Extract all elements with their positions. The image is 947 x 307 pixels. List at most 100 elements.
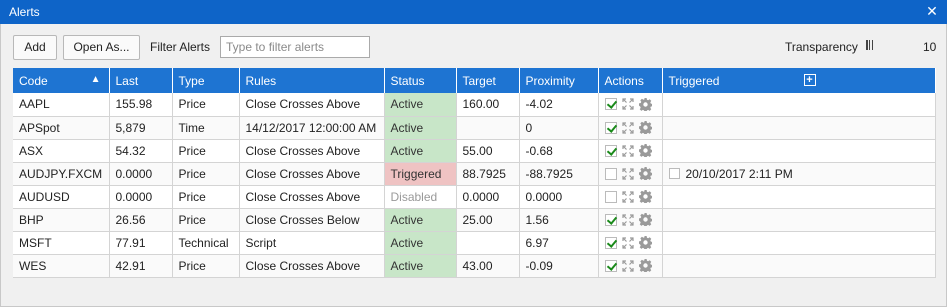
cell-code: WES <box>13 254 110 278</box>
cell-proximity: 6.97 <box>519 231 599 255</box>
cell-actions <box>598 254 663 278</box>
cell-actions <box>598 162 663 186</box>
cell-target: 0.0000 <box>456 185 520 209</box>
gear-icon[interactable] <box>638 236 652 249</box>
triggered-checkbox[interactable] <box>668 168 680 179</box>
table-row[interactable]: AUDJPY.FXCM 0.0000 Price Close Crosses Abov… <box>13 162 936 186</box>
cell-target <box>456 231 520 255</box>
cell-proximity: 1.56 <box>519 208 599 232</box>
column-header-target[interactable]: Target <box>456 68 520 93</box>
table-row[interactable]: APSpot 5,879 Time 14/12/2017 12:00:00 AM Act… <box>13 116 936 140</box>
table-row[interactable]: AAPL 155.98 Price Close Crosses Above Active… <box>13 93 936 117</box>
column-header-status[interactable]: Status <box>384 68 457 93</box>
enable-alert-checkbox[interactable] <box>604 167 617 180</box>
gear-icon[interactable] <box>638 121 652 134</box>
gear-icon[interactable] <box>638 213 652 226</box>
cell-actions <box>598 185 663 209</box>
enable-alert-checkbox[interactable] <box>604 121 617 134</box>
cell-status: Active <box>384 254 457 278</box>
cell-triggered <box>662 231 936 255</box>
cell-actions <box>598 93 663 117</box>
expand-icon[interactable] <box>621 121 634 134</box>
transparency-label: Transparency <box>785 40 858 54</box>
cell-rules: 14/12/2017 12:00:00 AM <box>239 116 385 140</box>
enable-alert-checkbox[interactable] <box>604 98 617 111</box>
close-icon[interactable]: ✕ <box>925 4 939 18</box>
cell-last: 26.56 <box>109 208 173 232</box>
cell-triggered <box>662 116 936 140</box>
enable-alert-checkbox[interactable] <box>604 259 617 272</box>
cell-type: Price <box>172 254 240 278</box>
triggered-time: 20/10/2017 2:11 PM <box>685 166 793 181</box>
expand-icon[interactable] <box>621 213 634 226</box>
sort-ascending-icon[interactable]: ▲ <box>91 74 101 85</box>
expand-icon[interactable] <box>621 190 634 203</box>
filter-alerts-input[interactable] <box>220 36 370 58</box>
open-as-button[interactable]: Open As... <box>63 35 140 60</box>
cell-rules: Close Crosses Above <box>239 93 385 117</box>
alerts-panel: Add Open As... Filter Alerts Transparenc… <box>0 24 947 307</box>
cell-status: Triggered <box>384 162 457 186</box>
cell-last: 155.98 <box>109 93 173 117</box>
cell-actions <box>598 231 663 255</box>
cell-target: 25.00 <box>456 208 520 232</box>
cell-status: Active <box>384 139 457 163</box>
cell-type: Price <box>172 185 240 209</box>
window-titlebar: Alerts ✕ <box>0 0 947 24</box>
cell-last: 0.0000 <box>109 185 173 209</box>
expand-icon[interactable] <box>621 167 634 180</box>
alerts-table: Code ▲ Last Type Rules Status Target Prox… <box>13 68 936 278</box>
gear-icon[interactable] <box>638 167 652 180</box>
table-row[interactable]: WES 42.91 Price Close Crosses Above Active 43… <box>13 254 936 278</box>
cell-last: 77.91 <box>109 231 173 255</box>
enable-alert-checkbox[interactable] <box>604 144 617 157</box>
transparency-value: 10 <box>923 40 937 54</box>
cell-code: BHP <box>13 208 110 232</box>
column-header-triggered[interactable]: Triggered + <box>662 68 936 93</box>
enable-alert-checkbox[interactable] <box>604 236 617 249</box>
cell-rules: Close Crosses Above <box>239 185 385 209</box>
table-header-row: Code ▲ Last Type Rules Status Target Prox… <box>13 68 936 93</box>
cell-target: 160.00 <box>456 93 520 117</box>
table-row[interactable]: AUDUSD 0.0000 Price Close Crosses Above Disa… <box>13 185 936 209</box>
cell-target: 88.7925 <box>456 162 520 186</box>
column-header-actions[interactable]: Actions <box>598 68 663 93</box>
cell-code: MSFT <box>13 231 110 255</box>
gear-icon[interactable] <box>638 259 652 272</box>
table-row[interactable]: BHP 26.56 Price Close Crosses Below Active 25… <box>13 208 936 232</box>
expand-icon[interactable] <box>621 236 634 249</box>
gear-icon[interactable] <box>638 97 652 111</box>
gear-icon[interactable] <box>638 190 652 203</box>
cell-type: Price <box>172 162 240 186</box>
cell-proximity: 0 <box>519 116 599 140</box>
gear-icon[interactable] <box>638 144 652 157</box>
column-header-rules[interactable]: Rules <box>239 68 385 93</box>
column-header-code[interactable]: Code ▲ <box>13 68 110 93</box>
column-header-type[interactable]: Type <box>172 68 240 93</box>
enable-alert-checkbox[interactable] <box>604 213 617 226</box>
toolbar: Add Open As... Filter Alerts Transparenc… <box>1 24 946 68</box>
cell-actions <box>598 116 663 140</box>
cell-last: 0.0000 <box>109 162 173 186</box>
column-header-last[interactable]: Last <box>109 68 173 93</box>
cell-rules: Close Crosses Above <box>239 139 385 163</box>
column-header-proximity[interactable]: Proximity <box>519 68 599 93</box>
cell-triggered <box>662 208 936 232</box>
expand-icon[interactable] <box>621 98 634 110</box>
cell-code: AUDUSD <box>13 185 110 209</box>
enable-alert-checkbox[interactable] <box>604 190 617 203</box>
cell-proximity: -88.7925 <box>519 162 599 186</box>
expand-icon[interactable] <box>621 259 634 272</box>
add-button[interactable]: Add <box>13 35 57 60</box>
add-column-icon[interactable]: + <box>803 74 816 86</box>
cell-last: 5,879 <box>109 116 173 140</box>
filter-alerts-label: Filter Alerts <box>150 40 211 54</box>
table-row[interactable]: ASX 54.32 Price Close Crosses Above Active 55… <box>13 139 936 163</box>
expand-icon[interactable] <box>621 144 634 157</box>
cell-status: Active <box>384 208 457 232</box>
cell-triggered <box>662 139 936 163</box>
cell-last: 54.32 <box>109 139 173 163</box>
table-row[interactable]: MSFT 77.91 Technical Script Active 6.97 <box>13 231 936 255</box>
cell-actions <box>598 139 663 163</box>
transparency-slider-handle[interactable] <box>866 40 873 50</box>
